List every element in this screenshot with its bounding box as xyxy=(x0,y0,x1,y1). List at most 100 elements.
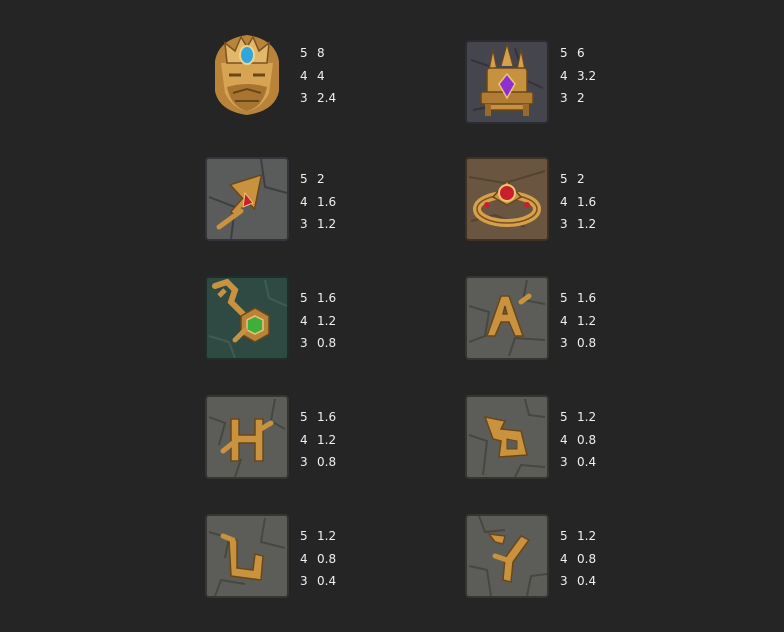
ring-icon xyxy=(465,157,549,241)
pay-value: 0.8 xyxy=(317,336,337,350)
pay-row: 5 1.2 xyxy=(560,525,596,548)
pay-count: 5 xyxy=(560,291,568,305)
paytable-symbol-rune-y: 5 1.2 4 0.8 3 0.4 xyxy=(465,514,635,610)
pay-count: 4 xyxy=(300,194,308,209)
pay-row: 4 1.6 xyxy=(300,191,336,214)
pay-value: 0.4 xyxy=(577,455,597,469)
pay-count: 4 xyxy=(300,551,308,566)
pay-row: 5 1.6 xyxy=(300,406,336,429)
pay-row: 3 0.4 xyxy=(300,570,336,593)
rune-a-icon xyxy=(465,276,549,360)
pay-value: 4 xyxy=(317,68,325,83)
pay-value: 1.2 xyxy=(577,529,597,543)
pay-value: 1.6 xyxy=(317,291,337,305)
pay-value: 1.6 xyxy=(317,410,337,424)
paytable-symbol-rune-d: 5 1.2 4 0.8 3 0.4 xyxy=(465,395,635,491)
pay-count: 4 xyxy=(560,68,568,83)
pay-row: 52 xyxy=(560,168,596,191)
pay-row: 3 0.8 xyxy=(300,451,336,474)
pay-count: 5 xyxy=(300,291,308,305)
pay-list: 5 1.6 4 1.2 3 0.8 xyxy=(560,287,596,355)
pay-count: 4 xyxy=(300,313,308,328)
paytable-symbol-king: 58 44 3 2.4 xyxy=(205,31,375,127)
pay-row: 4 0.8 xyxy=(300,548,336,571)
pay-row: 4 3.2 xyxy=(560,65,596,88)
pay-value: 0.8 xyxy=(317,455,337,469)
pay-list: 56 4 3.2 32 xyxy=(560,42,596,110)
pay-value: 1.2 xyxy=(317,217,337,231)
pay-count: 5 xyxy=(300,46,308,60)
pay-value: 0.4 xyxy=(577,574,597,588)
rune-d-icon xyxy=(465,395,549,479)
paytable-symbol-rune-h: 5 1.6 4 1.2 3 0.8 xyxy=(205,395,375,491)
pay-row: 56 xyxy=(560,42,596,65)
pay-row: 4 1.2 xyxy=(560,310,596,333)
paytable-symbol-throne: 56 4 3.2 32 xyxy=(465,31,635,127)
throne-icon xyxy=(465,40,549,124)
pay-value: 1.2 xyxy=(317,529,337,543)
pay-list: 5 1.6 4 1.2 3 0.8 xyxy=(300,287,336,355)
pay-value: 0.4 xyxy=(317,574,337,588)
paytable-symbol-key: 5 1.6 4 1.2 3 0.8 xyxy=(205,276,375,372)
pay-value: 6 xyxy=(577,46,585,60)
pay-row: 3 2.4 xyxy=(300,87,336,110)
pay-count: 4 xyxy=(300,68,308,83)
pay-count: 3 xyxy=(560,217,568,231)
pay-value: 1.6 xyxy=(577,194,597,209)
pay-value: 1.2 xyxy=(317,313,337,328)
pay-value: 0.8 xyxy=(577,551,597,566)
pay-row: 4 0.8 xyxy=(560,429,596,452)
pay-value: 1.2 xyxy=(577,410,597,424)
pay-count: 3 xyxy=(560,574,568,588)
pay-value: 0.8 xyxy=(577,432,597,447)
pay-value: 1.6 xyxy=(317,194,337,209)
key-icon xyxy=(205,276,289,360)
paytable-symbol-ring: 52 4 1.6 3 1.2 xyxy=(465,157,635,253)
pay-row: 4 1.2 xyxy=(300,310,336,333)
pay-count: 4 xyxy=(560,313,568,328)
pay-row: 4 1.6 xyxy=(560,191,596,214)
pay-list: 5 1.2 4 0.8 3 0.4 xyxy=(560,406,596,474)
pay-count: 3 xyxy=(560,336,568,350)
rune-u-icon xyxy=(205,514,289,598)
paytable-symbol-rune-a: 5 1.6 4 1.2 3 0.8 xyxy=(465,276,635,372)
pay-count: 4 xyxy=(560,194,568,209)
pay-row: 5 1.6 xyxy=(300,287,336,310)
pay-count: 5 xyxy=(560,529,568,543)
pay-list: 5 1.2 4 0.8 3 0.4 xyxy=(560,525,596,593)
pay-value: 2 xyxy=(577,91,585,105)
pay-list: 5 1.6 4 1.2 3 0.8 xyxy=(300,406,336,474)
pay-count: 3 xyxy=(560,91,568,105)
pay-count: 3 xyxy=(560,455,568,469)
pay-value: 3.2 xyxy=(577,68,597,83)
rune-y-icon xyxy=(465,514,549,598)
pay-list: 58 44 3 2.4 xyxy=(300,42,336,110)
rune-h-icon xyxy=(205,395,289,479)
pay-value: 0.8 xyxy=(317,551,337,566)
pay-count: 3 xyxy=(300,455,308,469)
pay-value: 1.6 xyxy=(577,291,597,305)
pay-value: 2 xyxy=(317,172,325,186)
pay-count: 4 xyxy=(560,432,568,447)
pay-count: 4 xyxy=(300,432,308,447)
pay-value: 1.2 xyxy=(577,313,597,328)
pay-row: 3 1.2 xyxy=(560,213,596,236)
pay-value: 2.4 xyxy=(317,91,337,105)
pay-value: 2 xyxy=(577,172,585,186)
pay-row: 32 xyxy=(560,87,596,110)
pay-row: 52 xyxy=(300,168,336,191)
pay-list: 52 4 1.6 3 1.2 xyxy=(560,168,596,236)
pay-count: 5 xyxy=(560,410,568,424)
pay-list: 5 1.2 4 0.8 3 0.4 xyxy=(300,525,336,593)
pay-row: 5 1.2 xyxy=(560,406,596,429)
pay-count: 5 xyxy=(300,529,308,543)
pay-list: 52 4 1.6 3 1.2 xyxy=(300,168,336,236)
pay-count: 4 xyxy=(560,551,568,566)
pay-count: 3 xyxy=(300,91,308,105)
pay-row: 3 0.8 xyxy=(300,332,336,355)
trident-icon xyxy=(205,157,289,241)
pay-row: 3 0.4 xyxy=(560,570,596,593)
pay-count: 5 xyxy=(560,172,568,186)
pay-count: 3 xyxy=(300,336,308,350)
pay-count: 5 xyxy=(300,410,308,424)
